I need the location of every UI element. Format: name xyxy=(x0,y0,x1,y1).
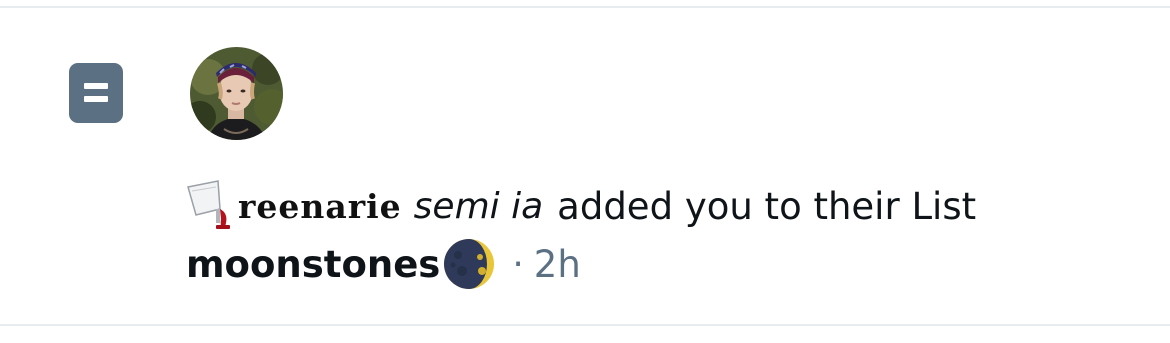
separator-dot: · xyxy=(512,243,524,285)
action-text: added you to their List xyxy=(557,184,977,228)
divider xyxy=(0,324,1170,326)
wine-glass-spill-emoji xyxy=(186,179,232,233)
list-notification[interactable]: reenarie semi ia added you to their List… xyxy=(0,0,1170,343)
list-line: moonstones · 2h xyxy=(186,236,581,292)
list-icon xyxy=(69,63,123,123)
actor-name-suffix[interactable]: semi ia xyxy=(414,186,543,227)
divider xyxy=(0,6,1170,8)
list-name-link[interactable]: moonstones xyxy=(186,243,440,286)
timestamp: 2h xyxy=(533,242,581,286)
moon-emoji xyxy=(442,237,496,291)
actor-styled-name[interactable]: reenarie xyxy=(238,187,402,226)
avatar[interactable] xyxy=(190,47,283,140)
notification-text-line: reenarie semi ia added you to their List xyxy=(186,178,976,234)
